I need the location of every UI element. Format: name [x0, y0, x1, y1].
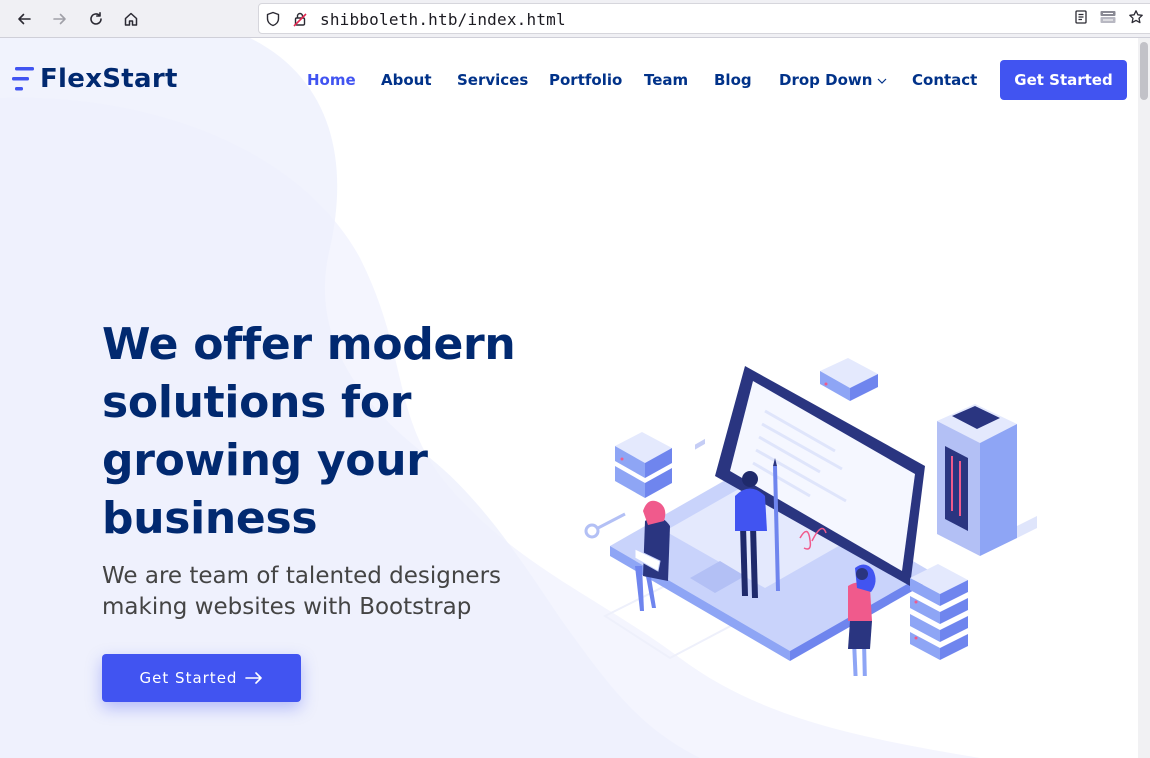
nav-dropdown[interactable]: Drop Down	[779, 71, 887, 89]
reload-icon[interactable]	[84, 7, 108, 31]
url-bar[interactable]: shibboleth.htb/index.html	[258, 3, 1150, 34]
chevron-down-icon	[877, 78, 887, 84]
nav-contact[interactable]: Contact	[912, 71, 977, 89]
forward-icon[interactable]	[48, 7, 72, 31]
page-scrollbar[interactable]	[1138, 38, 1150, 758]
nav-blog[interactable]: Blog	[714, 71, 752, 89]
lock-icon[interactable]	[292, 11, 308, 27]
page-viewport: FlexStart Home About Services Portfolio …	[0, 38, 1138, 758]
hero-title: We offer modern solutions for growing yo…	[102, 319, 516, 544]
site-logo[interactable]: FlexStart	[12, 64, 178, 94]
nav-home[interactable]: Home	[307, 71, 356, 89]
shield-icon[interactable]	[265, 11, 281, 27]
hero-subtitle: We are team of talented designers making…	[102, 563, 502, 620]
header-get-started-button[interactable]: Get Started	[1000, 60, 1127, 100]
nav-services[interactable]: Services	[457, 71, 528, 89]
hero-get-started-button[interactable]: Get Started	[102, 654, 301, 702]
logo-text: FlexStart	[40, 64, 178, 94]
nav-about[interactable]: About	[381, 71, 432, 89]
bookmark-star-icon[interactable]	[1127, 8, 1145, 26]
scrollbar-thumb[interactable]	[1140, 42, 1148, 100]
extension-icon[interactable]	[1099, 8, 1117, 26]
nav-dropdown-label: Drop Down	[779, 71, 873, 89]
logo-icon	[12, 67, 34, 91]
browser-toolbar: shibboleth.htb/index.html	[0, 0, 1150, 38]
home-icon[interactable]	[119, 7, 143, 31]
nav-portfolio[interactable]: Portfolio	[549, 71, 622, 89]
back-icon[interactable]	[12, 7, 36, 31]
nav-team[interactable]: Team	[644, 71, 688, 89]
arrow-right-icon	[245, 672, 263, 684]
reader-view-icon[interactable]	[1072, 8, 1090, 26]
hero-cta-label: Get Started	[139, 669, 238, 687]
hero-illustration	[584, 358, 1037, 676]
url-text[interactable]: shibboleth.htb/index.html	[320, 10, 566, 29]
